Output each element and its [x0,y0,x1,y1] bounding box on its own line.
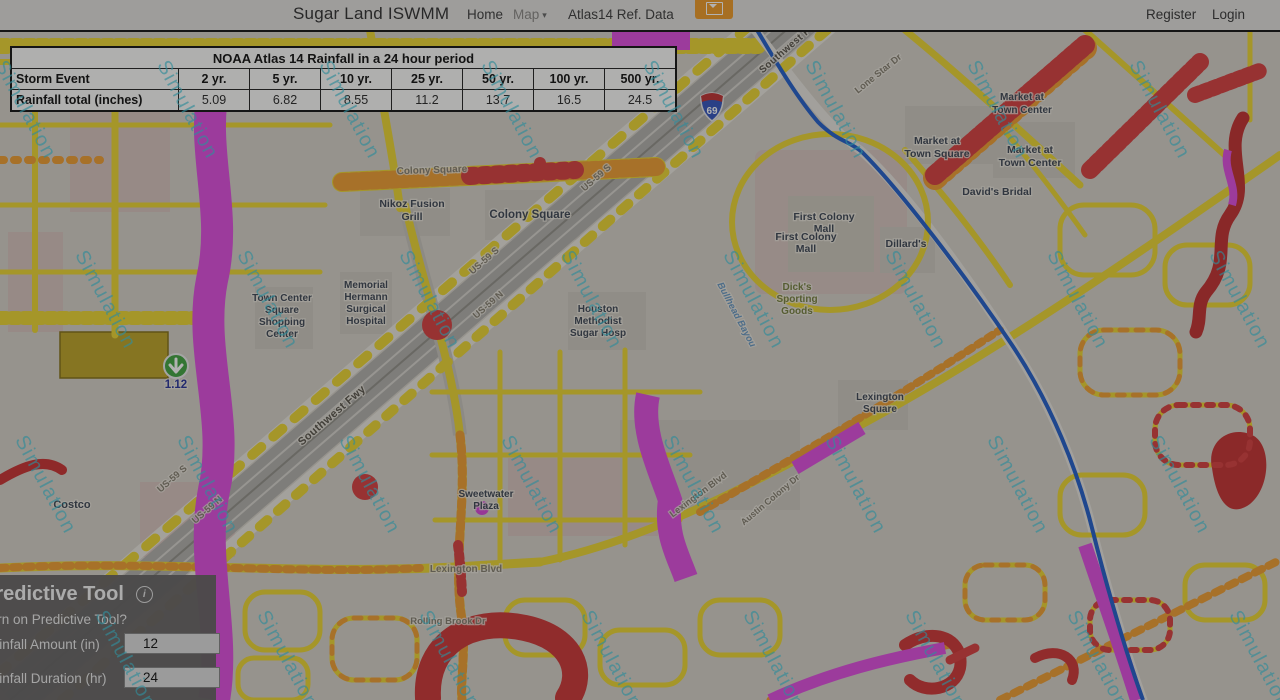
map-label: Sweetwater [458,489,513,500]
rainfall-value-cell: 8.55 [321,90,392,112]
register-link[interactable]: Register [1146,7,1196,22]
storm-event-column-header: 10 yr. [321,69,392,90]
predictive-tool-panel: Predictive Tool i Turn on Predictive Tool… [0,575,216,700]
rainfall-duration-label: Rainfall Duration (hr) [0,671,107,686]
rainfall-value-cell: 6.82 [250,90,321,112]
alert-button[interactable] [695,0,733,19]
map-label: David's Bridal [962,186,1032,198]
map-label: Center [266,329,298,340]
map-label: First Colony [793,211,854,223]
storm-event-column-header: 2 yr. [179,69,250,90]
map-label: Surgical [346,304,386,315]
map-label: Dick's [782,282,812,293]
rainfall-value-cell: 24.5 [605,90,677,112]
storm-event-column-header: 100 yr. [534,69,605,90]
map-label: Goods [781,306,813,317]
nav-item-map[interactable]: Map▾ [513,7,547,22]
rainfall-value-cell: 16.5 [534,90,605,112]
map-label: Colony Square [489,209,570,221]
map-label: Sporting [776,294,817,305]
map-label: Town Square [904,148,969,160]
shield-number: 69 [706,106,718,117]
map-label: Lexington [856,392,904,403]
rainfall-table: NOAA Atlas 14 Rainfall in a 24 hour peri… [10,46,677,112]
storm-event-column-header: 25 yr. [392,69,463,90]
rainfall-duration-input[interactable] [124,667,220,688]
storm-event-column-header: 500 yr. [605,69,677,90]
map-label: Methodist [574,316,622,327]
map-label: Grill [401,211,422,223]
map-label: Lexington Blvd [430,564,502,575]
rainfall-value-cell: 5.09 [179,90,250,112]
login-link[interactable]: Login [1212,7,1245,22]
predictive-tool-question: Turn on Predictive Tool? [0,612,206,627]
header-bar: Sugar Land ISWMM Home Map▾ Atlas14 Ref. … [0,0,1280,32]
storm-event-column-header: 5 yr. [250,69,321,90]
map-label: Shopping [259,317,305,328]
map-label: Hospital [346,316,386,327]
app-window: 69 1.12 Colony SquareColony SquareNikoz … [0,0,1280,700]
rainfall-row-label: Rainfall total (inches) [11,90,179,112]
map-label: Sugar Hosp [570,328,626,339]
nav-item-home[interactable]: Home [467,7,503,22]
map-label: Memorial [344,280,388,291]
storm-event-header: Storm Event [11,69,179,90]
map-label: Mall [796,243,817,255]
caret-down-icon: ▾ [542,10,547,20]
brand-title: Sugar Land ISWMM [293,4,449,24]
map-label: Costco [53,499,91,511]
map-label: Plaza [473,501,499,512]
map-label: Town Center [252,293,312,304]
storm-event-column-header: 50 yr. [463,69,534,90]
gauge-marker[interactable]: 1.12 [164,354,188,391]
map-label: Square [265,305,299,316]
map-label: Market at [1000,92,1045,103]
map-label: First Colony [775,231,836,243]
map-label: Square [863,404,897,415]
rainfall-amount-input[interactable] [124,633,220,654]
map-label: Town Center [992,105,1052,116]
envelope-icon [706,2,723,15]
map-label: Hermann [344,292,387,303]
gauge-value: 1.12 [165,379,187,391]
map-label: Nikoz Fusion [379,198,444,210]
rainfall-table-title: NOAA Atlas 14 Rainfall in a 24 hour peri… [11,47,676,69]
rainfall-amount-label: Rainfall Amount (in) [0,637,100,652]
map-label: Rolling Brook Dr [410,616,486,627]
map-label: Market at [1007,144,1054,156]
map-label: Houston [578,304,619,315]
nav-item-atlas14[interactable]: Atlas14 Ref. Data [568,7,674,22]
rainfall-value-cell: 13.7 [463,90,534,112]
predictive-tool-title: Predictive Tool [0,583,124,606]
rainfall-value-cell: 11.2 [392,90,463,112]
map-label: Dillard's [885,238,926,250]
map-label: Town Center [999,157,1062,169]
info-icon[interactable]: i [136,586,153,603]
map-label: Market at [914,135,961,147]
